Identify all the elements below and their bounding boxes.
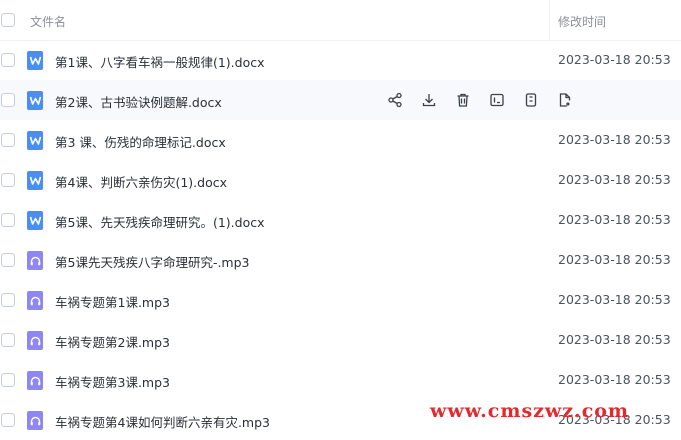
row-checkbox[interactable] bbox=[1, 133, 15, 147]
row-checkbox[interactable] bbox=[1, 333, 15, 347]
row-checkbox[interactable] bbox=[1, 373, 15, 387]
delete-icon[interactable] bbox=[454, 91, 472, 109]
column-header-modified-time[interactable]: 修改时间 bbox=[558, 13, 606, 30]
move-icon[interactable] bbox=[556, 91, 574, 109]
row-checkbox[interactable] bbox=[1, 213, 15, 227]
file-row[interactable]: 第5课先天残疾八字命理研究-.mp3 2023-03-18 20:53 bbox=[0, 240, 681, 280]
row-checkbox[interactable] bbox=[1, 293, 15, 307]
file-row[interactable]: 车祸专题第2课.mp3 2023-03-18 20:53 bbox=[0, 320, 681, 360]
file-modified-time: 2023-03-18 20:53 bbox=[558, 292, 671, 307]
rename-icon[interactable] bbox=[488, 91, 506, 109]
row-checkbox[interactable] bbox=[1, 413, 15, 427]
file-name[interactable]: 第2课、古书验诀例题解.docx bbox=[55, 92, 222, 111]
file-name[interactable]: 第4课、判断六亲伤灾(1).docx bbox=[55, 172, 227, 191]
file-row[interactable]: 车祸专题第3课.mp3 2023-03-18 20:53 bbox=[0, 360, 681, 400]
file-list-header: 文件名 修改时间 bbox=[0, 0, 681, 41]
word-doc-icon bbox=[27, 171, 43, 190]
row-checkbox[interactable] bbox=[1, 53, 15, 67]
file-name[interactable]: 第5课、先天残疾命理研究。(1).docx bbox=[55, 212, 265, 231]
file-row[interactable]: 第5课、先天残疾命理研究。(1).docx 2023-03-18 20:53 bbox=[0, 200, 681, 240]
row-action-toolbar bbox=[386, 91, 590, 109]
row-checkbox[interactable] bbox=[1, 173, 15, 187]
file-name[interactable]: 车祸专题第2课.mp3 bbox=[55, 332, 170, 351]
file-name[interactable]: 第5课先天残疾八字命理研究-.mp3 bbox=[55, 252, 250, 271]
file-name[interactable]: 车祸专题第3课.mp3 bbox=[55, 372, 170, 391]
audio-file-icon bbox=[27, 371, 43, 390]
file-name[interactable]: 车祸专题第4课如何判断六亲有灾.mp3 bbox=[55, 412, 270, 431]
word-doc-icon bbox=[27, 51, 43, 70]
row-checkbox[interactable] bbox=[1, 93, 15, 107]
word-doc-icon bbox=[27, 131, 43, 150]
share-icon[interactable] bbox=[386, 91, 404, 109]
file-name[interactable]: 车祸专题第1课.mp3 bbox=[55, 292, 170, 311]
column-divider bbox=[549, 0, 550, 40]
file-modified-time: 2023-03-18 20:53 bbox=[558, 252, 671, 267]
file-modified-time: 2023-03-18 20:53 bbox=[558, 52, 671, 67]
select-all-checkbox[interactable] bbox=[1, 13, 15, 27]
word-doc-icon bbox=[27, 91, 43, 110]
file-list: 第1课、八字看车祸一般规律(1).docx 2023-03-18 20:53 第… bbox=[0, 40, 681, 440]
watermark-text: www.cmszwz.com bbox=[430, 400, 630, 422]
audio-file-icon bbox=[27, 251, 43, 270]
file-row[interactable]: 第4课、判断六亲伤灾(1).docx 2023-03-18 20:53 bbox=[0, 160, 681, 200]
copy-icon[interactable] bbox=[522, 91, 540, 109]
file-row[interactable]: 车祸专题第1课.mp3 2023-03-18 20:53 bbox=[0, 280, 681, 320]
file-row[interactable]: 第3 课、伤残的命理标记.docx 2023-03-18 20:53 bbox=[0, 120, 681, 160]
audio-file-icon bbox=[27, 331, 43, 350]
download-icon[interactable] bbox=[420, 91, 438, 109]
audio-file-icon bbox=[27, 291, 43, 310]
file-row[interactable]: 第1课、八字看车祸一般规律(1).docx 2023-03-18 20:53 bbox=[0, 40, 681, 80]
file-row-hovered[interactable]: 第2课、古书验诀例题解.docx bbox=[0, 80, 681, 120]
word-doc-icon bbox=[27, 211, 43, 230]
file-modified-time: 2023-03-18 20:53 bbox=[558, 132, 671, 147]
file-modified-time: 2023-03-18 20:53 bbox=[558, 212, 671, 227]
column-header-name[interactable]: 文件名 bbox=[30, 13, 66, 30]
file-modified-time: 2023-03-18 20:53 bbox=[558, 332, 671, 347]
file-name[interactable]: 第1课、八字看车祸一般规律(1).docx bbox=[55, 52, 265, 71]
file-modified-time: 2023-03-18 20:53 bbox=[558, 172, 671, 187]
file-modified-time: 2023-03-18 20:53 bbox=[558, 372, 671, 387]
audio-file-icon bbox=[27, 411, 43, 430]
file-name[interactable]: 第3 课、伤残的命理标记.docx bbox=[55, 132, 226, 151]
row-checkbox[interactable] bbox=[1, 253, 15, 267]
